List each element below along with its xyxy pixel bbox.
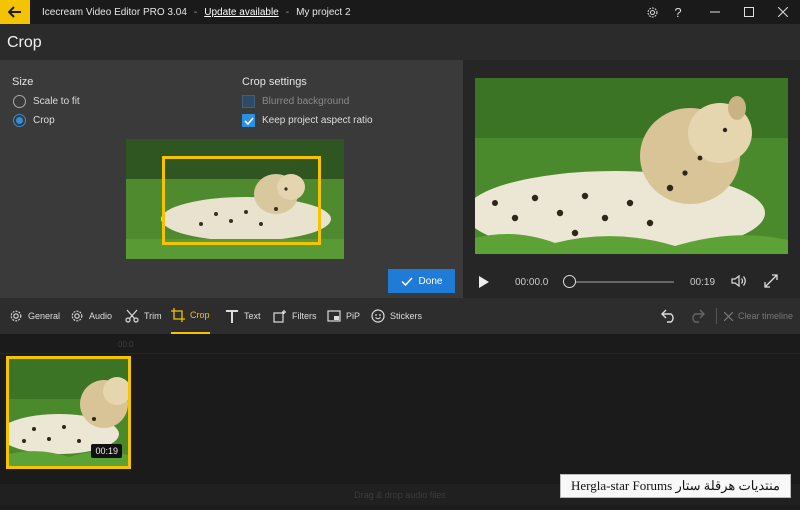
end-time: 00:19 (690, 277, 716, 288)
title-separator: - (285, 6, 290, 18)
current-time: 00:00.0 (515, 277, 549, 288)
tab-crop[interactable]: Crop (171, 298, 210, 334)
close-button[interactable] (766, 0, 800, 24)
video-clip[interactable]: 00:19 (6, 356, 131, 469)
help-button[interactable]: ? (666, 0, 690, 24)
crop-settings-label: Crop settings (242, 76, 307, 88)
sticker-icon (371, 309, 385, 323)
fullscreen-button[interactable] (764, 274, 778, 291)
gear-icon (647, 7, 657, 17)
tab-label: Filters (292, 311, 317, 321)
forum-watermark: Hergla-star Forums منتديات هرقلة ستار (560, 474, 791, 498)
title-separator: - (193, 6, 198, 18)
video-preview (475, 78, 788, 254)
arrow-left-icon (8, 6, 21, 18)
fullscreen-icon (764, 274, 778, 288)
maximize-button[interactable] (732, 0, 766, 24)
crop-radio[interactable]: Crop (13, 114, 55, 127)
volume-button[interactable] (731, 274, 747, 291)
keep-aspect-ratio-checkbox[interactable]: Keep project aspect ratio (242, 114, 373, 127)
pip-icon (327, 310, 341, 322)
timeline-ruler[interactable]: 00:0 (0, 340, 800, 354)
tab-general[interactable]: General (9, 298, 60, 334)
tab-trim[interactable]: Trim (125, 298, 162, 334)
radio-checked-icon (13, 114, 26, 127)
seek-handle[interactable] (563, 275, 576, 288)
player-controls: 00:00.0 00:19 (463, 264, 800, 300)
filters-icon (273, 310, 286, 323)
crop-icon (171, 308, 185, 322)
checkmark-icon (242, 114, 255, 127)
clip-duration: 00:19 (91, 444, 122, 458)
settings-button[interactable] (638, 0, 666, 24)
undo-icon (661, 309, 674, 323)
update-available-link[interactable]: Update available (204, 7, 279, 18)
app-title: Icecream Video Editor PRO 3.04 (42, 6, 187, 18)
toolbar-divider (716, 308, 717, 324)
scale-to-fit-radio[interactable]: Scale to fit (13, 95, 80, 108)
gear-icon (71, 310, 83, 322)
tab-stickers[interactable]: Stickers (371, 298, 422, 334)
checkmark-icon (401, 276, 413, 286)
size-label: Size (12, 76, 34, 88)
tab-audio[interactable]: Audio (70, 298, 112, 334)
redo-button[interactable] (689, 298, 705, 334)
tab-label: Audio (89, 311, 113, 321)
radio-label: Scale to fit (33, 96, 80, 107)
video-preview-panel: 00:00.0 00:19 (463, 60, 800, 298)
tab-text[interactable]: Text (225, 298, 261, 334)
tab-label: Trim (144, 311, 162, 321)
tab-label: Text (244, 311, 261, 321)
checkbox-label: Keep project aspect ratio (262, 115, 373, 126)
clear-timeline-button[interactable]: Clear timeline (724, 298, 793, 334)
tab-filters[interactable]: Filters (273, 298, 317, 334)
maximize-icon (744, 7, 754, 17)
close-icon (778, 7, 788, 17)
tab-pip[interactable]: PiP (327, 298, 360, 334)
cheetah-image (475, 78, 788, 254)
tab-label: General (28, 311, 61, 321)
play-icon (479, 276, 489, 288)
checkbox-unchecked-icon (242, 95, 255, 108)
undo-button[interactable] (661, 298, 677, 334)
scissors-icon (125, 309, 139, 323)
text-icon (226, 310, 238, 323)
page-header: Crop (0, 24, 800, 60)
title-bar: Icecream Video Editor PRO 3.04 - Update … (0, 0, 800, 24)
minimize-icon (710, 11, 720, 13)
close-icon (724, 311, 733, 321)
redo-icon (692, 309, 705, 323)
volume-icon (731, 274, 746, 288)
gear-icon (10, 310, 22, 322)
crop-settings-panel: Size Scale to fit Crop Crop settings Blu… (0, 60, 463, 298)
minimize-button[interactable] (698, 0, 732, 24)
editor-toolbar: General Audio Trim Crop Text Filters PiP… (0, 298, 800, 334)
question-icon: ? (674, 4, 682, 20)
blurred-background-checkbox[interactable]: Blurred background (242, 95, 349, 108)
checkbox-label: Blurred background (262, 96, 350, 107)
done-button[interactable]: Done (388, 269, 455, 293)
radio-label: Crop (33, 115, 55, 126)
project-name: My project 2 (296, 6, 351, 18)
tab-label: Stickers (390, 311, 423, 321)
clear-timeline-label: Clear timeline (738, 311, 794, 321)
back-button[interactable] (0, 0, 30, 24)
play-button[interactable] (478, 275, 490, 292)
ruler-tick-label: 00:0 (118, 340, 134, 349)
tab-label: PiP (346, 311, 361, 321)
radio-unchecked-icon (13, 95, 26, 108)
done-label: Done (418, 275, 443, 287)
page-title: Crop (7, 34, 42, 51)
crop-frame-handle[interactable] (162, 156, 321, 245)
seek-bar[interactable] (566, 281, 674, 283)
tab-label: Crop (190, 310, 210, 320)
